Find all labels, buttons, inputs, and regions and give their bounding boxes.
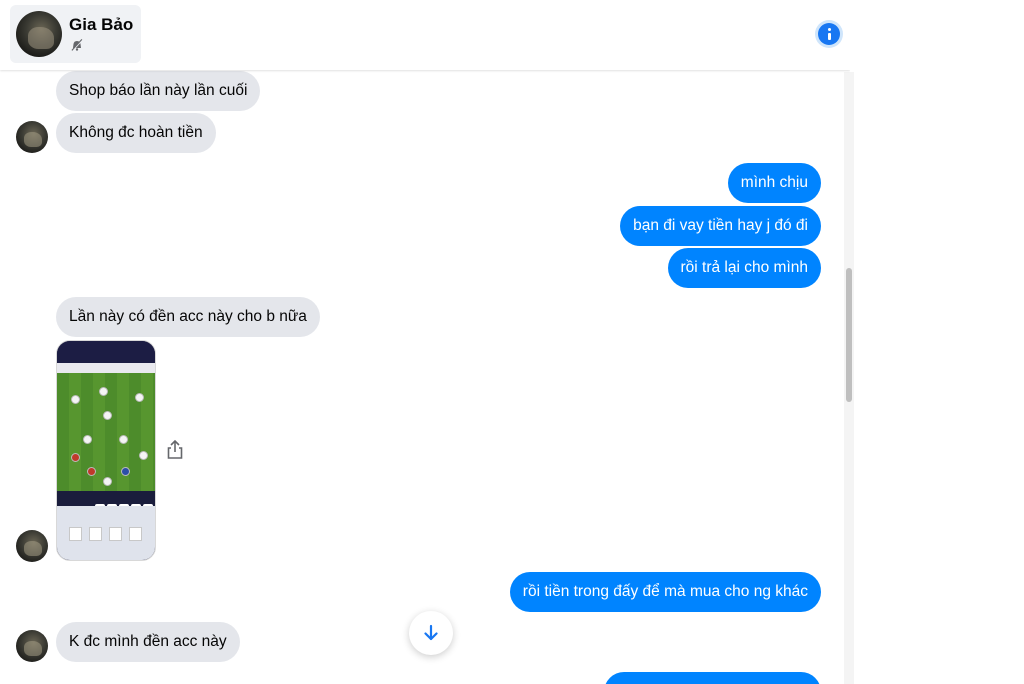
- sender-avatar[interactable]: [16, 530, 48, 562]
- arrow-down-icon: [424, 624, 438, 641]
- message-incoming[interactable]: Không đc hoàn tiền: [56, 113, 216, 153]
- muted-bell-icon: [71, 39, 83, 52]
- message-outgoing[interactable]: mình chịu: [727, 163, 821, 203]
- message-outgoing[interactable]: rồi tiền trong đấy để mà mua cho ng khác: [509, 572, 821, 612]
- message-outgoing[interactable]: rồi trả lại cho mình: [667, 248, 821, 288]
- message-outgoing-partial[interactable]: [604, 672, 821, 684]
- share-icon[interactable]: [165, 439, 185, 461]
- conversation-info-button[interactable]: [815, 20, 843, 48]
- message-outgoing[interactable]: bạn đi vay tiền hay j đó đi: [620, 206, 821, 246]
- message-incoming[interactable]: Shop báo lần này lần cuối: [56, 71, 261, 111]
- sender-avatar[interactable]: [16, 121, 48, 153]
- empty-side-panel: [855, 0, 1024, 684]
- contact-profile-button[interactable]: Gia Bảo: [10, 5, 141, 63]
- image-attachment[interactable]: [56, 340, 156, 561]
- conversation-header: Gia Bảo: [0, 0, 850, 70]
- contact-avatar: [16, 11, 62, 57]
- scrollbar-thumb[interactable]: [846, 268, 852, 402]
- scroll-to-bottom-button[interactable]: [409, 611, 453, 655]
- game-field-image: [57, 373, 155, 506]
- message-incoming[interactable]: K đc mình đền acc này: [56, 622, 240, 662]
- sender-avatar[interactable]: [16, 630, 48, 662]
- message-incoming[interactable]: Lần này có đền acc này cho b nữa: [56, 297, 320, 337]
- info-icon: [818, 23, 840, 45]
- chat-pane: Gia Bảo Shop báo lần này lần cuối Không …: [0, 0, 850, 684]
- contact-name: Gia Bảo: [69, 15, 134, 34]
